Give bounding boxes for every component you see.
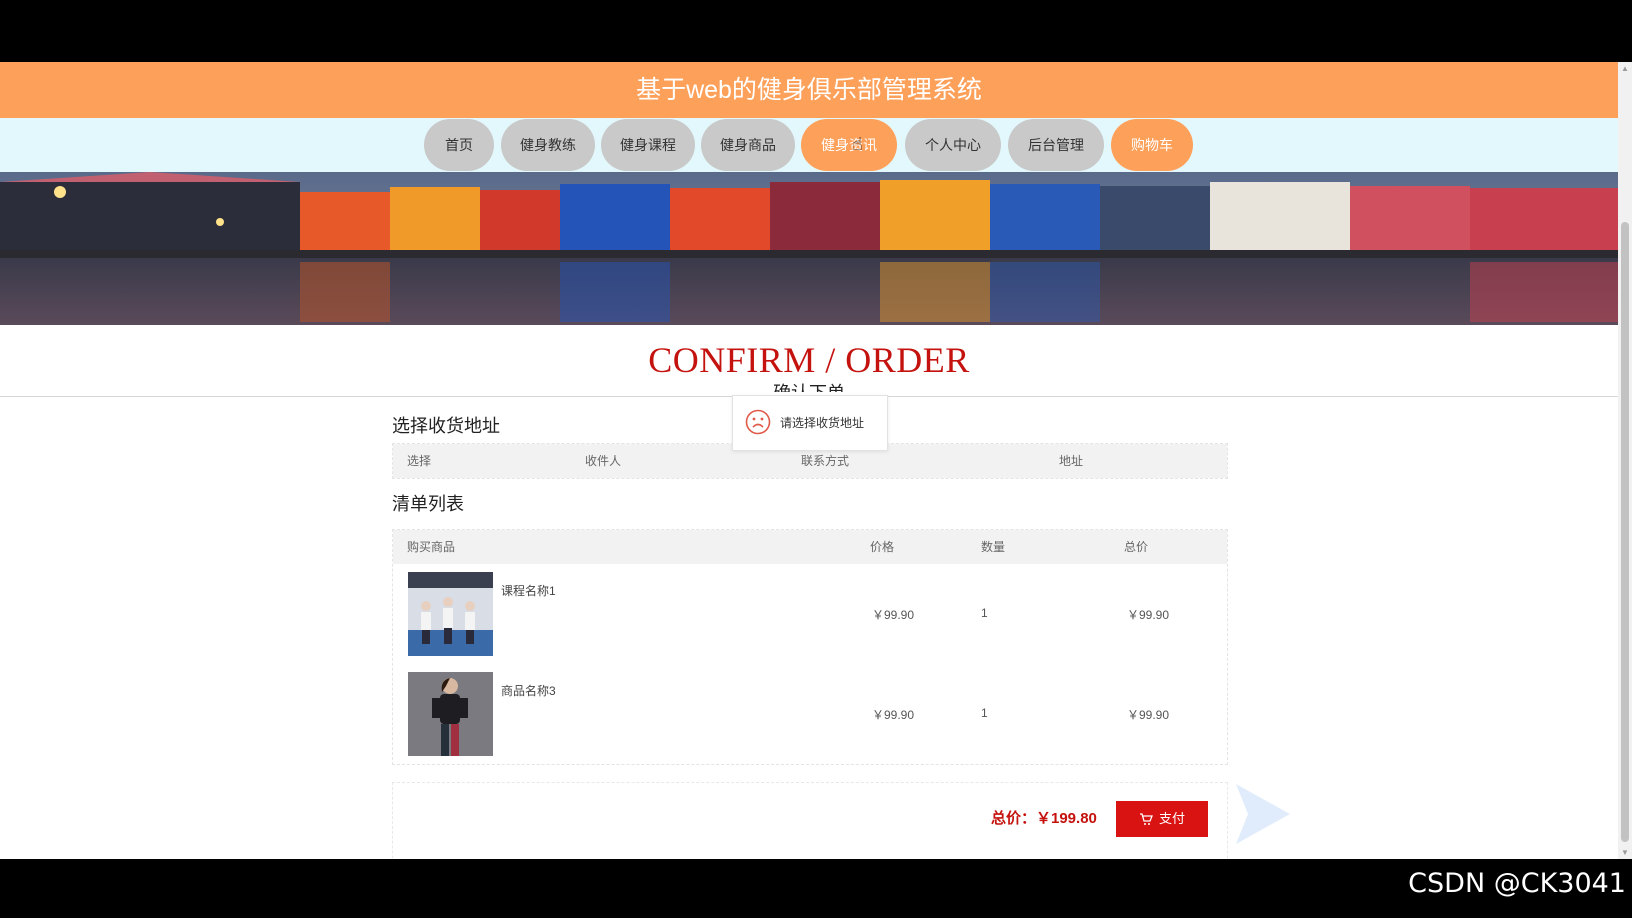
nav-item-news[interactable]: 健身资讯 bbox=[801, 119, 897, 171]
address-section-title: 选择收货地址 bbox=[392, 416, 500, 436]
address-col-recipient: 收件人 bbox=[585, 454, 622, 468]
nav-item-admin[interactable]: 后台管理 bbox=[1008, 119, 1104, 171]
order-summary: 总价：￥199.80 支付 bbox=[392, 782, 1228, 859]
nav-bar: 首页 健身教练 健身课程 健身商品 健身资讯 个人中心 后台管理 购物车 bbox=[0, 118, 1618, 172]
cart-icon bbox=[1139, 813, 1153, 825]
product-qty: 1 bbox=[981, 606, 988, 620]
scrollbar-thumb[interactable] bbox=[1621, 222, 1629, 842]
address-col-select: 选择 bbox=[407, 454, 432, 468]
order-table: 购买商品 价格 数量 总价 课程名称1 ￥99.90 1 ￥99.90 商品名称… bbox=[392, 529, 1228, 765]
product-thumbnail[interactable] bbox=[408, 672, 493, 756]
order-row: 商品名称3 ￥99.90 1 ￥99.90 bbox=[393, 664, 1227, 764]
nav-item-profile[interactable]: 个人中心 bbox=[905, 119, 1001, 171]
order-row: 课程名称1 ￥99.90 1 ￥99.90 bbox=[393, 564, 1227, 664]
order-section-title: 清单列表 bbox=[392, 494, 464, 514]
site-title: 基于web的健身俱乐部管理系统 bbox=[636, 76, 982, 104]
product-name: 商品名称3 bbox=[501, 684, 556, 698]
product-price: ￥99.90 bbox=[872, 708, 915, 722]
order-col-total: 总价 bbox=[1124, 540, 1149, 554]
product-name: 课程名称1 bbox=[501, 584, 556, 598]
pay-button-label: 支付 bbox=[1158, 811, 1185, 826]
toast-message: 请选择收货地址 bbox=[732, 395, 888, 451]
nav-item-courses[interactable]: 健身课程 bbox=[601, 119, 695, 171]
scroll-up-icon[interactable]: ▲ bbox=[1621, 64, 1629, 73]
pay-button[interactable]: 支付 bbox=[1116, 801, 1208, 837]
page-scrollbar[interactable]: ▲ ▼ bbox=[1618, 62, 1632, 859]
product-qty: 1 bbox=[981, 706, 988, 720]
scroll-down-icon[interactable]: ▼ bbox=[1621, 848, 1629, 857]
banner-image bbox=[0, 172, 1618, 325]
page-title-block: CONFIRM / ORDER 确认下单 bbox=[0, 340, 1618, 392]
nav-item-cart[interactable]: 购物车 bbox=[1111, 119, 1193, 171]
play-arrow-icon bbox=[1236, 784, 1292, 849]
order-table-header: 购买商品 价格 数量 总价 bbox=[393, 530, 1227, 564]
order-col-qty: 数量 bbox=[981, 540, 1006, 554]
site-header: 基于web的健身俱乐部管理系统 bbox=[0, 62, 1618, 118]
order-col-product: 购买商品 bbox=[407, 540, 456, 554]
product-total: ￥99.90 bbox=[1127, 608, 1170, 622]
nav-item-home[interactable]: 首页 bbox=[424, 119, 494, 171]
browser-viewport: 基于web的健身俱乐部管理系统 首页 健身教练 健身课程 健身商品 健身资讯 个… bbox=[0, 62, 1632, 859]
product-price: ￥99.90 bbox=[872, 608, 915, 622]
page-subtitle: 确认下单 bbox=[0, 382, 1618, 392]
hand-cursor-icon: ☝ bbox=[852, 134, 863, 154]
toast-text: 请选择收货地址 bbox=[780, 416, 865, 430]
nav-item-products[interactable]: 健身商品 bbox=[701, 119, 795, 171]
address-col-address: 地址 bbox=[1059, 454, 1084, 468]
page-title: CONFIRM / ORDER bbox=[648, 340, 970, 380]
sad-face-icon bbox=[745, 409, 771, 435]
product-thumbnail[interactable] bbox=[408, 572, 493, 656]
product-total: ￥99.90 bbox=[1127, 708, 1170, 722]
nav-item-coaches[interactable]: 健身教练 bbox=[501, 119, 595, 171]
watermark: CSDN @CK3041 bbox=[1408, 868, 1626, 899]
order-total: 总价：￥199.80 bbox=[991, 810, 1097, 827]
order-col-price: 价格 bbox=[870, 540, 895, 554]
